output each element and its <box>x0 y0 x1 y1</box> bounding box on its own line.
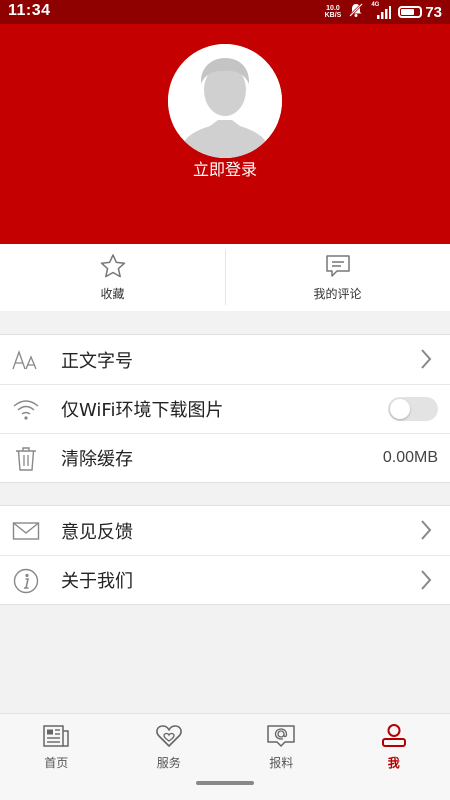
font-size-icon <box>12 347 40 373</box>
network-speed-unit: KB/S <box>324 12 342 19</box>
tab-me-label: 我 <box>387 756 400 770</box>
tab-home[interactable]: 首页 <box>0 714 113 800</box>
status-time: 11:34 <box>8 2 51 19</box>
feedback-row[interactable]: 意见反馈 <box>0 506 450 555</box>
tab-report[interactable]: 报料 <box>225 714 338 800</box>
cache-size-value: 0.00MB <box>382 449 438 466</box>
my-comments-label: 我的评论 <box>313 287 362 301</box>
tab-report-label: 报料 <box>269 756 294 770</box>
wifi-icon <box>12 397 40 423</box>
wifi-images-toggle[interactable] <box>388 397 438 421</box>
trash-icon <box>12 446 40 472</box>
user-icon <box>380 722 408 750</box>
my-comments-button[interactable]: 我的评论 <box>225 244 450 311</box>
chevron-right-icon <box>420 519 432 545</box>
profile-header: 立即登录 <box>0 24 450 244</box>
comment-icon <box>324 253 352 279</box>
tab-home-label: 首页 <box>44 756 69 770</box>
font-size-row[interactable]: 正文字号 <box>0 335 450 384</box>
chevron-right-icon <box>420 569 432 595</box>
tab-services-label: 服务 <box>156 756 181 770</box>
feedback-label: 意见反馈 <box>61 521 133 543</box>
heart-icon <box>155 722 183 750</box>
battery-percent: 73 <box>425 3 442 21</box>
report-icon <box>266 722 296 750</box>
settings-group-about: 意见反馈 关于我们 <box>0 505 450 605</box>
login-link[interactable]: 立即登录 <box>0 156 450 180</box>
about-us-row[interactable]: 关于我们 <box>0 555 450 604</box>
mail-icon <box>12 518 40 544</box>
battery-indicator: 73 <box>398 4 442 21</box>
network-speed: 10.0 KB/S <box>325 5 342 19</box>
home-indicator[interactable] <box>196 781 254 785</box>
news-icon <box>42 722 70 750</box>
notifications-off-icon <box>348 2 364 22</box>
status-icons: 10.0 KB/S 4G 73 <box>325 2 442 22</box>
wifi-images-label: 仅WiFi环境下载图片 <box>61 400 224 421</box>
info-icon <box>12 568 40 594</box>
favorites-label: 收藏 <box>100 287 125 301</box>
chevron-right-icon <box>420 348 432 374</box>
avatar[interactable] <box>168 44 282 158</box>
clear-cache-label: 清除缓存 <box>61 449 133 470</box>
wifi-images-row: 仅WiFi环境下载图片 <box>0 384 450 433</box>
quick-actions: 收藏 我的评论 <box>0 244 450 311</box>
font-size-label: 正文字号 <box>61 350 133 372</box>
bottom-tab-bar: 首页 服务 报料 我 <box>0 713 450 800</box>
toggle-knob <box>390 399 410 419</box>
battery-icon <box>398 6 423 18</box>
about-us-label: 关于我们 <box>61 571 133 592</box>
default-avatar-icon <box>168 44 282 158</box>
favorites-button[interactable]: 收藏 <box>0 244 225 311</box>
settings-group-display: 正文字号 仅WiFi环境下载图片 清除缓存 0.00MB <box>0 334 450 483</box>
tab-me[interactable]: 我 <box>338 714 450 800</box>
tab-services[interactable]: 服务 <box>113 714 226 800</box>
status-bar: 11:34 10.0 KB/S 4G 73 <box>0 0 450 24</box>
signal-icon: 4G <box>371 2 392 19</box>
network-speed-value: 10.0 <box>326 5 340 12</box>
star-icon <box>99 253 127 279</box>
clear-cache-row[interactable]: 清除缓存 0.00MB <box>0 433 450 482</box>
